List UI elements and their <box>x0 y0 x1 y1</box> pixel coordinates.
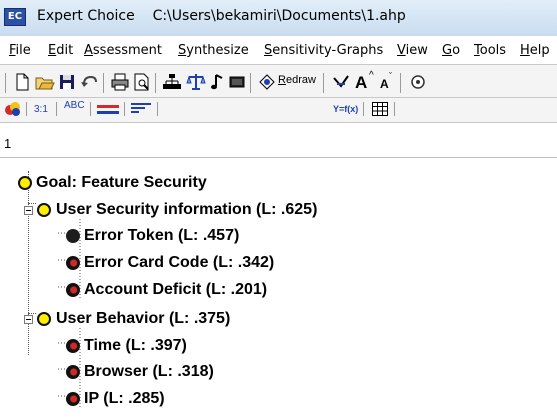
format-separator <box>363 102 364 116</box>
menu-tools[interactable]: Tools <box>474 43 506 58</box>
font-decrease-arrow-icon: ˇ <box>389 71 392 81</box>
save-icon[interactable] <box>58 72 76 92</box>
toolbar-separator <box>400 73 401 93</box>
toolbar-separator <box>250 73 251 93</box>
font-decrease-icon[interactable]: A <box>380 77 389 91</box>
print-icon[interactable] <box>110 72 130 92</box>
file-path: C:\Users\bekamiri\Documents\1.ahp <box>152 8 406 24</box>
new-document-icon[interactable] <box>14 72 30 92</box>
window-title: Expert Choice C:\Users\bekamiri\Document… <box>37 8 406 24</box>
pointer-icon[interactable] <box>331 72 351 92</box>
tree-view: Goal: Feature Security User Security inf… <box>0 163 557 418</box>
toolbar-separator <box>323 73 324 93</box>
format-separator <box>157 102 158 116</box>
ratio-button[interactable]: 3:1 <box>34 104 48 115</box>
menu-sensitivity-graphs[interactable]: Sensitivity-Graphs <box>264 43 383 58</box>
toolbar-separator <box>155 73 156 93</box>
menu-file[interactable]: File <box>9 43 31 58</box>
menu-help[interactable]: Help <box>520 43 550 58</box>
grid-icon[interactable] <box>372 102 388 116</box>
settings-icon[interactable] <box>409 72 427 92</box>
music-note-icon[interactable] <box>210 72 224 92</box>
monitor-icon[interactable] <box>228 72 246 92</box>
value-entry-bar[interactable]: 1 <box>0 131 557 158</box>
leaf-connectors <box>58 219 81 408</box>
hierarchy-icon[interactable] <box>162 72 182 92</box>
align-icon[interactable] <box>131 103 151 115</box>
main-toolbar: Redraw A ^ A ˇ <box>0 64 557 98</box>
menu-go[interactable]: Go <box>442 43 460 58</box>
redraw-button[interactable]: Redraw <box>278 74 316 86</box>
font-increase-icon[interactable]: A <box>355 73 367 93</box>
open-folder-icon[interactable] <box>35 72 55 92</box>
format-separator <box>26 102 27 116</box>
menu-synthesize[interactable]: Synthesize <box>178 43 249 58</box>
entry-value[interactable]: 1 <box>4 136 11 151</box>
toolbar-separator <box>103 73 104 93</box>
scales-icon[interactable] <box>186 72 206 92</box>
format-separator <box>124 102 125 116</box>
undo-icon[interactable] <box>80 72 98 92</box>
menu-edit[interactable]: Edit <box>48 43 73 58</box>
app-name: Expert Choice <box>37 8 135 24</box>
menu-bar: File Edit Assessment Synthesize Sensitiv… <box>0 36 557 64</box>
menu-view[interactable]: View <box>397 43 428 58</box>
title-bar: EC Expert Choice C:\Users\bekamiri\Docum… <box>0 0 557 36</box>
print-preview-icon[interactable] <box>133 72 151 92</box>
format-separator <box>90 102 91 116</box>
line-color-icon[interactable] <box>97 104 119 116</box>
abc-button[interactable]: ABC <box>64 100 85 111</box>
redraw-icon[interactable] <box>257 72 277 92</box>
toolbar-separator <box>5 73 6 93</box>
menu-assessment[interactable]: Assessment <box>84 43 162 58</box>
format-toolbar: 3:1 ABC Y=f(x) <box>0 97 557 123</box>
formula-button[interactable]: Y=f(x) <box>333 104 358 114</box>
palette-icon[interactable] <box>4 101 22 117</box>
format-separator <box>394 102 395 116</box>
app-icon: EC <box>4 8 26 26</box>
format-separator <box>56 102 57 116</box>
font-increase-arrow-icon: ^ <box>369 70 374 81</box>
